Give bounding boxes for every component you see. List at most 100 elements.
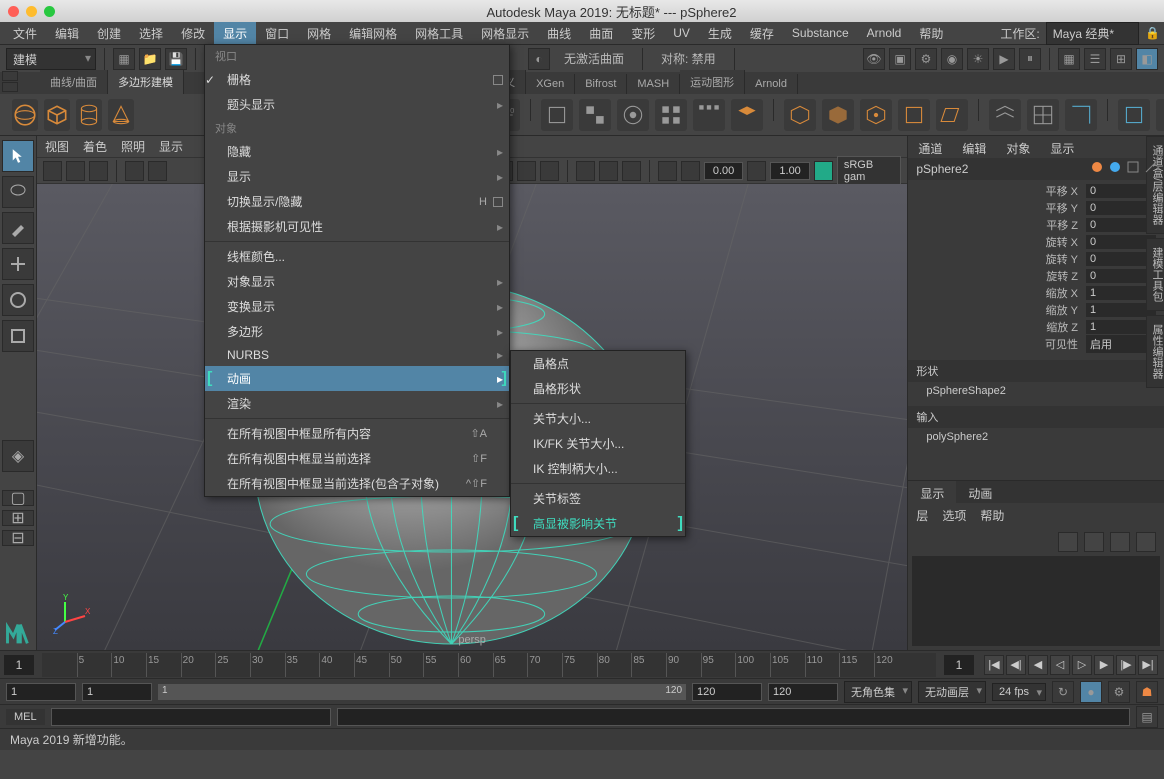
shelf-icon[interactable] [989, 99, 1021, 131]
last-tool[interactable]: ◈ [2, 440, 34, 472]
shelf-icon[interactable] [655, 99, 687, 131]
menu-item[interactable]: 在所有视图中框显所有内容⇧A [205, 421, 509, 446]
layer-tab-anim[interactable]: 动画 [956, 481, 1004, 503]
panel-menu-show[interactable]: 显示 [159, 138, 183, 155]
shelf-icon[interactable] [898, 99, 930, 131]
zoom-icon[interactable] [44, 6, 55, 17]
exposure-value[interactable]: 1.00 [770, 162, 810, 180]
select-tool[interactable] [2, 140, 34, 172]
shape-name[interactable]: pSphereShape2 [908, 382, 1164, 400]
range-end-outer[interactable]: 120 [768, 683, 838, 701]
submenu-item[interactable]: 晶格点 [511, 351, 685, 376]
manip-icon[interactable] [1126, 160, 1140, 174]
menu-mesh[interactable]: 网格 [298, 22, 340, 45]
shelf-tab-mash[interactable]: MASH [627, 74, 680, 94]
menu-item[interactable]: 渲染▸ [205, 391, 509, 416]
tab-edit[interactable]: 编辑 [952, 136, 996, 158]
submenu-item[interactable]: 晶格形状 [511, 376, 685, 401]
paint-tool[interactable] [2, 212, 34, 244]
poly-sphere-icon[interactable] [12, 99, 38, 131]
menu-item[interactable]: 对象显示▸ [205, 269, 509, 294]
playblast-icon[interactable]: ▶ [993, 48, 1015, 70]
charset-select[interactable]: 无角色集 [844, 681, 912, 703]
manip-icon[interactable] [1108, 160, 1122, 174]
tab-object[interactable]: 对象 [996, 136, 1040, 158]
side-tab-modeling[interactable]: 建模工具包 [1146, 238, 1164, 311]
bookmark-icon[interactable] [66, 161, 85, 181]
range-end-inner[interactable]: 120 [692, 683, 762, 701]
colorspace-select[interactable]: sRGB gam [837, 156, 902, 186]
shelf-icon[interactable] [936, 99, 968, 131]
open-scene-icon[interactable]: 📁 [139, 48, 161, 70]
toggle-icon[interactable]: ◧ [1136, 48, 1158, 70]
shelf-icon[interactable] [693, 99, 725, 131]
menu-meshtools[interactable]: 网格工具 [406, 22, 472, 45]
submenu-item[interactable]: [高显被影响关节] [511, 511, 685, 536]
lock-icon[interactable]: 🔒 [1145, 26, 1160, 40]
current-frame[interactable]: 1 [4, 655, 34, 675]
menu-item[interactable]: [动画▸] [205, 366, 509, 391]
shelf-icon[interactable] [1027, 99, 1059, 131]
grid-toggle-icon[interactable] [125, 161, 144, 181]
save-scene-icon[interactable]: 💾 [165, 48, 187, 70]
play-fwd-icon[interactable]: ▷ [1072, 655, 1092, 675]
side-tab-channelbox[interactable]: 通道盒/层编辑器 [1146, 136, 1164, 234]
menu-item[interactable]: 显示▸ [205, 164, 509, 189]
menu-select[interactable]: 选择 [130, 22, 172, 45]
workspace-select[interactable]: Maya 经典* [1046, 22, 1139, 45]
xray-icon[interactable] [658, 161, 677, 181]
shelf-icon[interactable] [822, 99, 854, 131]
submenu-item[interactable]: IK 控制柄大小... [511, 456, 685, 481]
gamma-value[interactable]: 0.00 [704, 162, 744, 180]
isolate-icon[interactable] [622, 161, 641, 181]
input-name[interactable]: polySphere2 [908, 428, 1164, 446]
layout-single-icon[interactable]: ▢ [2, 490, 34, 506]
menu-edit[interactable]: 编辑 [46, 22, 88, 45]
range-start-inner[interactable]: 1 [82, 683, 152, 701]
lights-icon[interactable] [576, 161, 595, 181]
submenu-item[interactable]: IK/FK 关节大小... [511, 431, 685, 456]
go-start-icon[interactable]: |◀ [984, 655, 1004, 675]
menu-item[interactable]: 题头显示▸ [205, 92, 509, 117]
prefs-icon[interactable]: ⚙ [1108, 681, 1130, 703]
shadows-icon[interactable] [599, 161, 618, 181]
shelf-icon[interactable] [1065, 99, 1097, 131]
layout-custom-icon[interactable]: ⊟ [2, 530, 34, 546]
ipr-icon[interactable]: ▣ [889, 48, 911, 70]
next-key-icon[interactable]: |▶ [1116, 655, 1136, 675]
layer-tab-display[interactable]: 显示 [908, 481, 956, 503]
pause-icon[interactable]: ⏸ [1019, 48, 1041, 70]
shelf-icon[interactable] [617, 99, 649, 131]
new-scene-icon[interactable]: ▦ [113, 48, 135, 70]
shelf-tab-bifrost[interactable]: Bifrost [575, 74, 627, 94]
panel-menu-shading[interactable]: 着色 [83, 138, 107, 155]
manip-icon[interactable] [1144, 160, 1158, 174]
move-tool[interactable] [2, 248, 34, 280]
prev-key-icon[interactable]: ◀| [1006, 655, 1026, 675]
menu-create[interactable]: 创建 [88, 22, 130, 45]
layer-move-up-icon[interactable] [1058, 532, 1078, 552]
tab-channels[interactable]: 通道 [908, 136, 952, 158]
panel-menu-lighting[interactable]: 照明 [121, 138, 145, 155]
menu-item[interactable]: 变换显示▸ [205, 294, 509, 319]
animlayer-select[interactable]: 无动画层 [918, 681, 986, 703]
menu-item[interactable]: NURBS▸ [205, 344, 509, 366]
menu-arnold[interactable]: Arnold [858, 23, 911, 43]
menu-file[interactable]: 文件 [4, 22, 46, 45]
mode-selector[interactable]: 建模 [6, 48, 96, 70]
shelf-tab-polymodeling[interactable]: 多边形建模 [108, 70, 184, 94]
menu-cache[interactable]: 缓存 [741, 22, 783, 45]
camera-icon[interactable] [43, 161, 62, 181]
command-input[interactable] [51, 708, 331, 726]
shelf-tab-motiongraphics[interactable]: 运动图形 [680, 70, 745, 94]
lasso-tool[interactable] [2, 176, 34, 208]
layer-new-selected-icon[interactable] [1136, 532, 1156, 552]
shelf-icon[interactable] [784, 99, 816, 131]
fps-select[interactable]: 24 fps [992, 683, 1046, 701]
layer-menu-options[interactable]: 选项 [942, 507, 966, 524]
range-start-outer[interactable]: 1 [6, 683, 76, 701]
color-mgmt-icon[interactable] [814, 161, 833, 181]
gamma-icon[interactable] [681, 161, 700, 181]
film-gate-icon[interactable] [148, 161, 167, 181]
render-icon[interactable]: 👁 [863, 48, 885, 70]
